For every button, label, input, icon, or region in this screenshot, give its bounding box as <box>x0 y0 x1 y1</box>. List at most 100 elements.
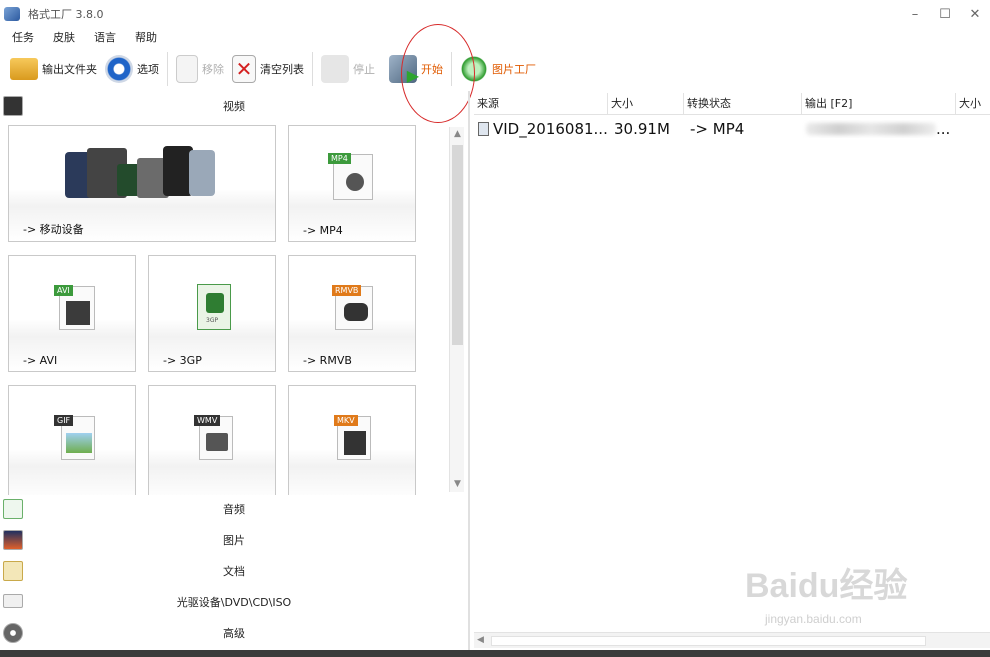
output-folder-label: 输出文件夹 <box>42 63 97 76</box>
gif-file-icon: GIF <box>54 415 95 460</box>
app-icon <box>4 7 20 21</box>
column-source[interactable]: 来源 <box>474 93 608 115</box>
column-output[interactable]: 输出 [F2] <box>802 93 956 115</box>
advanced-gear-icon <box>3 623 23 643</box>
list-horizontal-scrollbar[interactable]: ◀ <box>474 632 990 648</box>
menu-skin[interactable]: 皮肤 <box>41 29 82 45</box>
category-optical[interactable]: 光驱设备\DVD\CD\ISO <box>0 587 468 617</box>
mp4-badge: MP4 <box>328 153 351 164</box>
maximize-button[interactable]: ☐ <box>930 0 960 28</box>
category-picture[interactable]: 图片 <box>0 525 468 555</box>
rmvb-file-icon: RMVB <box>332 285 373 330</box>
scroll-thumb[interactable] <box>452 145 463 345</box>
table-row[interactable]: VID_2016081... 30.91M -> MP4 ... <box>474 118 990 140</box>
wmv-file-icon: WMV <box>194 415 233 460</box>
tile-mkv[interactable]: MKV <box>288 385 416 495</box>
options-button[interactable]: 选项 <box>101 49 163 89</box>
scroll-left-icon[interactable]: ◀ <box>477 635 484 645</box>
panel-divider[interactable] <box>468 91 470 650</box>
status-bar <box>0 650 990 657</box>
category-picture-label: 图片 <box>223 534 245 547</box>
rmvb-badge: RMVB <box>332 285 362 296</box>
toolbar-separator <box>167 52 168 86</box>
stop-label: 停止 <box>353 63 375 76</box>
column-size[interactable]: 大小 <box>608 93 684 115</box>
category-audio-label: 音频 <box>223 503 245 516</box>
3gp-badge: 3GP <box>206 317 219 324</box>
stop-icon <box>321 55 349 83</box>
video-file-icon <box>478 122 489 136</box>
avi-badge: AVI <box>54 285 73 296</box>
clear-list-button[interactable]: ✕ 清空列表 <box>228 49 308 89</box>
tile-label: -> RMVB <box>303 354 352 367</box>
tile-mobile[interactable]: -> 移动设备 <box>8 125 276 242</box>
minimize-button[interactable]: – <box>900 0 930 28</box>
toolbar: 输出文件夹 选项 移除 ✕ 清空列表 停止 ▶ 开始 图片工厂 <box>0 48 990 90</box>
source-filename: VID_2016081... <box>493 120 608 138</box>
column-output-size[interactable]: 大小 <box>956 93 990 115</box>
remove-button[interactable]: 移除 <box>172 49 228 89</box>
clear-list-label: 清空列表 <box>260 63 304 76</box>
category-panel: 视频 -> 移动设备 MP4 -> MP4 AVI -> AVI 3GP -> … <box>0 91 468 650</box>
tile-mp4[interactable]: MP4 -> MP4 <box>288 125 416 242</box>
mkv-badge: MKV <box>334 415 358 426</box>
tiles-scrollbar[interactable]: ▲ ▼ <box>449 127 464 492</box>
category-document-label: 文档 <box>223 565 245 578</box>
picture-factory-label: 图片工厂 <box>492 63 536 76</box>
menu-bar: 任务 皮肤 语言 帮助 <box>0 28 164 46</box>
column-status[interactable]: 转换状态 <box>684 93 802 115</box>
menu-language[interactable]: 语言 <box>82 29 123 45</box>
music-note-icon <box>3 499 23 519</box>
3gp-file-icon: 3GP <box>197 284 231 330</box>
tile-label: -> AVI <box>23 354 58 367</box>
video-category-icon <box>3 96 23 116</box>
toolbar-separator <box>312 52 313 86</box>
task-list: 来源 大小 转换状态 输出 [F2] 大小 VID_2016081... 30.… <box>474 91 990 650</box>
document-icon <box>3 561 23 581</box>
title-bar: 格式工厂 3.8.0 – ☐ ✕ <box>0 0 990 28</box>
folder-icon <box>10 58 38 80</box>
category-advanced[interactable]: 高级 <box>0 618 468 648</box>
remove-doc-icon <box>176 55 198 83</box>
cell-size: 30.91M <box>614 120 670 138</box>
picture-icon <box>3 530 23 550</box>
category-video[interactable]: 视频 <box>0 91 468 121</box>
gif-badge: GIF <box>54 415 74 426</box>
cell-output: ... <box>802 120 956 138</box>
category-document[interactable]: 文档 <box>0 556 468 586</box>
category-video-label: 视频 <box>223 100 245 113</box>
avi-file-icon: AVI <box>54 285 95 330</box>
close-button[interactable]: ✕ <box>960 0 990 28</box>
cell-status: -> MP4 <box>690 120 745 138</box>
category-audio[interactable]: 音频 <box>0 494 468 524</box>
options-gear-icon <box>105 55 133 83</box>
tile-label: -> 3GP <box>163 354 202 367</box>
tile-wmv[interactable]: WMV <box>148 385 276 495</box>
stop-button[interactable]: 停止 <box>317 49 379 89</box>
tile-label: -> 移动设备 <box>23 223 84 236</box>
tile-3gp[interactable]: 3GP -> 3GP <box>148 255 276 372</box>
format-tiles: -> 移动设备 MP4 -> MP4 AVI -> AVI 3GP -> 3GP <box>8 125 446 495</box>
category-optical-label: 光驱设备\DVD\CD\ISO <box>176 596 292 609</box>
optical-drive-icon <box>3 594 23 608</box>
wmv-badge: WMV <box>194 415 221 426</box>
blurred-output-path <box>806 123 936 135</box>
output-ellipsis: ... <box>936 120 951 138</box>
cell-source: VID_2016081... <box>474 120 608 138</box>
tile-gif[interactable]: GIF <box>8 385 136 495</box>
scroll-thumb[interactable] <box>491 636 926 646</box>
tile-rmvb[interactable]: RMVB -> RMVB <box>288 255 416 372</box>
clear-list-icon: ✕ <box>232 55 256 83</box>
menu-help[interactable]: 帮助 <box>123 29 164 45</box>
category-advanced-label: 高级 <box>223 627 245 640</box>
tile-label: -> MP4 <box>303 224 343 237</box>
tile-avi[interactable]: AVI -> AVI <box>8 255 136 372</box>
watermark-url: jingyan.baidu.com <box>765 612 862 626</box>
mkv-file-icon: MKV <box>334 415 371 460</box>
scroll-up-icon[interactable]: ▲ <box>450 127 465 142</box>
watermark-logo: Baidu经验 <box>745 567 908 605</box>
scroll-down-icon[interactable]: ▼ <box>450 477 465 492</box>
options-label: 选项 <box>137 63 159 76</box>
menu-task[interactable]: 任务 <box>0 29 41 45</box>
output-folder-button[interactable]: 输出文件夹 <box>6 49 101 89</box>
